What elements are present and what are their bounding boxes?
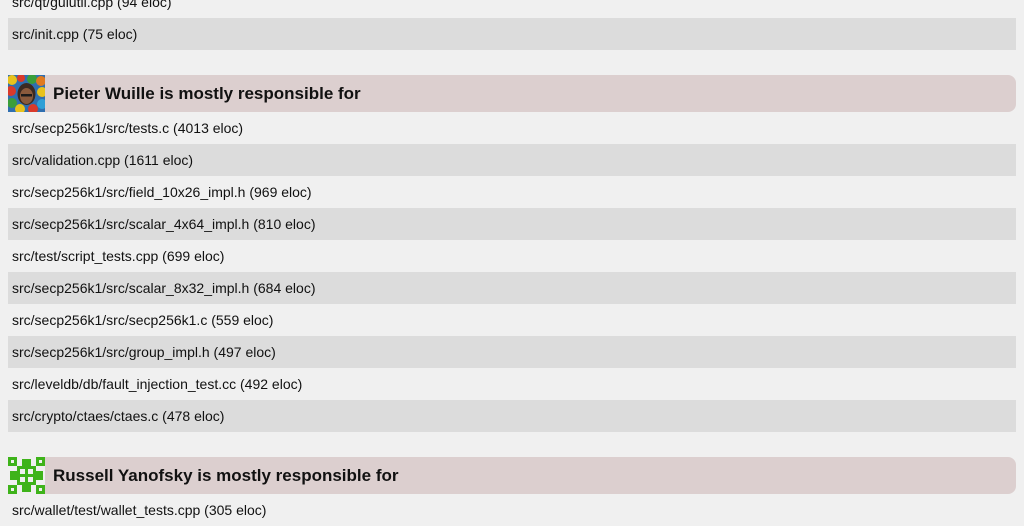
file-row: src/secp256k1/src/group_impl.h (497 eloc… [8,336,1016,368]
author-header-title: Pieter Wuille is mostly responsible for [53,83,361,103]
file-row: src/qt/guiutil.cpp (94 eloc) [12,0,172,10]
file-list-pieter-wuille: src/secp256k1/src/tests.c (4013 eloc) sr… [0,112,1024,432]
file-row: src/secp256k1/src/secp256k1.c (559 eloc) [12,312,274,328]
file-row: src/init.cpp (75 eloc) [8,18,1016,50]
report-page: src/qt/guiutil.cpp (94 eloc) src/init.cp… [0,0,1024,526]
file-row: src/test/script_tests.cpp (699 eloc) [12,248,225,264]
pieter-wuille-avatar-icon [8,75,45,112]
file-row: src/wallet/test/wallet_tests.cpp (305 el… [12,502,267,518]
author-header-pieter-wuille: Pieter Wuille is mostly responsible for [8,75,1016,112]
file-row: src/secp256k1/src/scalar_4x64_impl.h (81… [8,208,1016,240]
file-row: src/crypto/ctaes/ctaes.c (478 eloc) [8,400,1016,432]
file-row: src/secp256k1/src/field_10x26_impl.h (96… [12,184,312,200]
russell-yanofsky-identicon-icon [8,457,45,494]
file-row: src/leveldb/db/fault_injection_test.cc (… [12,376,303,392]
author-header-russell-yanofsky: Russell Yanofsky is mostly responsible f… [8,457,1016,494]
file-list-previous: src/qt/guiutil.cpp (94 eloc) src/init.cp… [0,0,1024,50]
file-row: src/validation.cpp (1611 eloc) [8,144,1016,176]
file-list-russell-yanofsky: src/wallet/test/wallet_tests.cpp (305 el… [0,494,1024,526]
author-header-title: Russell Yanofsky is mostly responsible f… [53,465,399,485]
file-row: src/secp256k1/src/tests.c (4013 eloc) [12,120,244,136]
file-row: src/secp256k1/src/scalar_8x32_impl.h (68… [8,272,1016,304]
